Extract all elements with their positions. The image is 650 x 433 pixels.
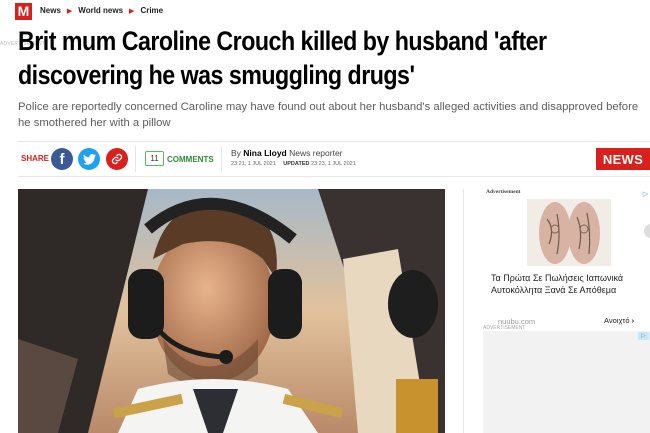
- facebook-icon: f: [59, 150, 65, 168]
- divider: [221, 146, 222, 172]
- advert-text[interactable]: Τα Πρώτα Σε Πωλήσεις Ιαπωνικά Αυτοκόλλητ…: [491, 272, 649, 296]
- article-headline: Brit mum Caroline Crouch killed by husba…: [18, 26, 547, 90]
- updated-label: UPDATED: [283, 161, 310, 167]
- advert-image[interactable]: [527, 199, 611, 266]
- divider: [18, 141, 650, 142]
- chevron-right-icon: ▶: [66, 7, 73, 15]
- breadcrumb: News ▶ World news ▶ Crime: [40, 6, 163, 15]
- divider: [135, 146, 136, 172]
- advert-next-arrow[interactable]: [644, 224, 650, 238]
- advert-slot: [483, 331, 650, 433]
- section-badge[interactable]: NEWS: [596, 148, 650, 170]
- breadcrumb-news[interactable]: News: [40, 6, 61, 15]
- column-divider: [463, 189, 464, 433]
- mirror-logo[interactable]: M: [15, 3, 32, 20]
- published-date: 23:21, 1 JUL 2021: [231, 161, 276, 167]
- divider: [18, 176, 650, 177]
- author-role: News reporter: [289, 148, 343, 158]
- article-photo: [18, 189, 445, 433]
- byline-prefix: By: [231, 148, 241, 158]
- chevron-right-icon: ▶: [129, 7, 135, 15]
- article-standfirst: Police are reportedly concerned Caroline…: [18, 101, 639, 129]
- comments-count[interactable]: 11: [145, 151, 164, 166]
- advert-open-button[interactable]: Ανοιχτό ›: [604, 316, 634, 325]
- adchoices-icon[interactable]: ▷: [641, 190, 650, 199]
- share-label: SHARE: [21, 154, 50, 163]
- byline: By Nina Lloyd News reporter: [231, 148, 343, 158]
- copy-link-button[interactable]: [106, 148, 128, 170]
- breadcrumb-crime[interactable]: Crime: [140, 6, 163, 15]
- twitter-share-button[interactable]: [78, 148, 100, 170]
- advert-card[interactable]: Advertisement ▷ Τα Πρώτα Σε Πωλήσεις Ιαπ…: [483, 189, 650, 331]
- twitter-icon: [82, 153, 96, 165]
- facebook-share-button[interactable]: f: [51, 148, 73, 170]
- article-dates: 23:21, 1 JUL 2021 UPDATED 23:23, 1 JUL 2…: [231, 161, 356, 167]
- advert-open-label: Ανοιχτό: [604, 316, 630, 325]
- advert-label: Advertisement: [486, 189, 521, 195]
- top-bar: M News ▶ World news ▶ Crime: [0, 0, 650, 22]
- chevron-right-icon: ›: [631, 316, 635, 325]
- updated-date: 23:23, 1 JUL 2021: [311, 161, 356, 167]
- comments-link[interactable]: COMMENTS: [167, 155, 214, 164]
- advert-bottom-label: ADVERTISEMENT: [483, 325, 526, 331]
- author-name[interactable]: Nina Lloyd: [243, 148, 286, 158]
- link-icon: [111, 153, 123, 165]
- adchoices-icon[interactable]: ▷: [638, 332, 649, 340]
- breadcrumb-world-news[interactable]: World news: [78, 6, 123, 15]
